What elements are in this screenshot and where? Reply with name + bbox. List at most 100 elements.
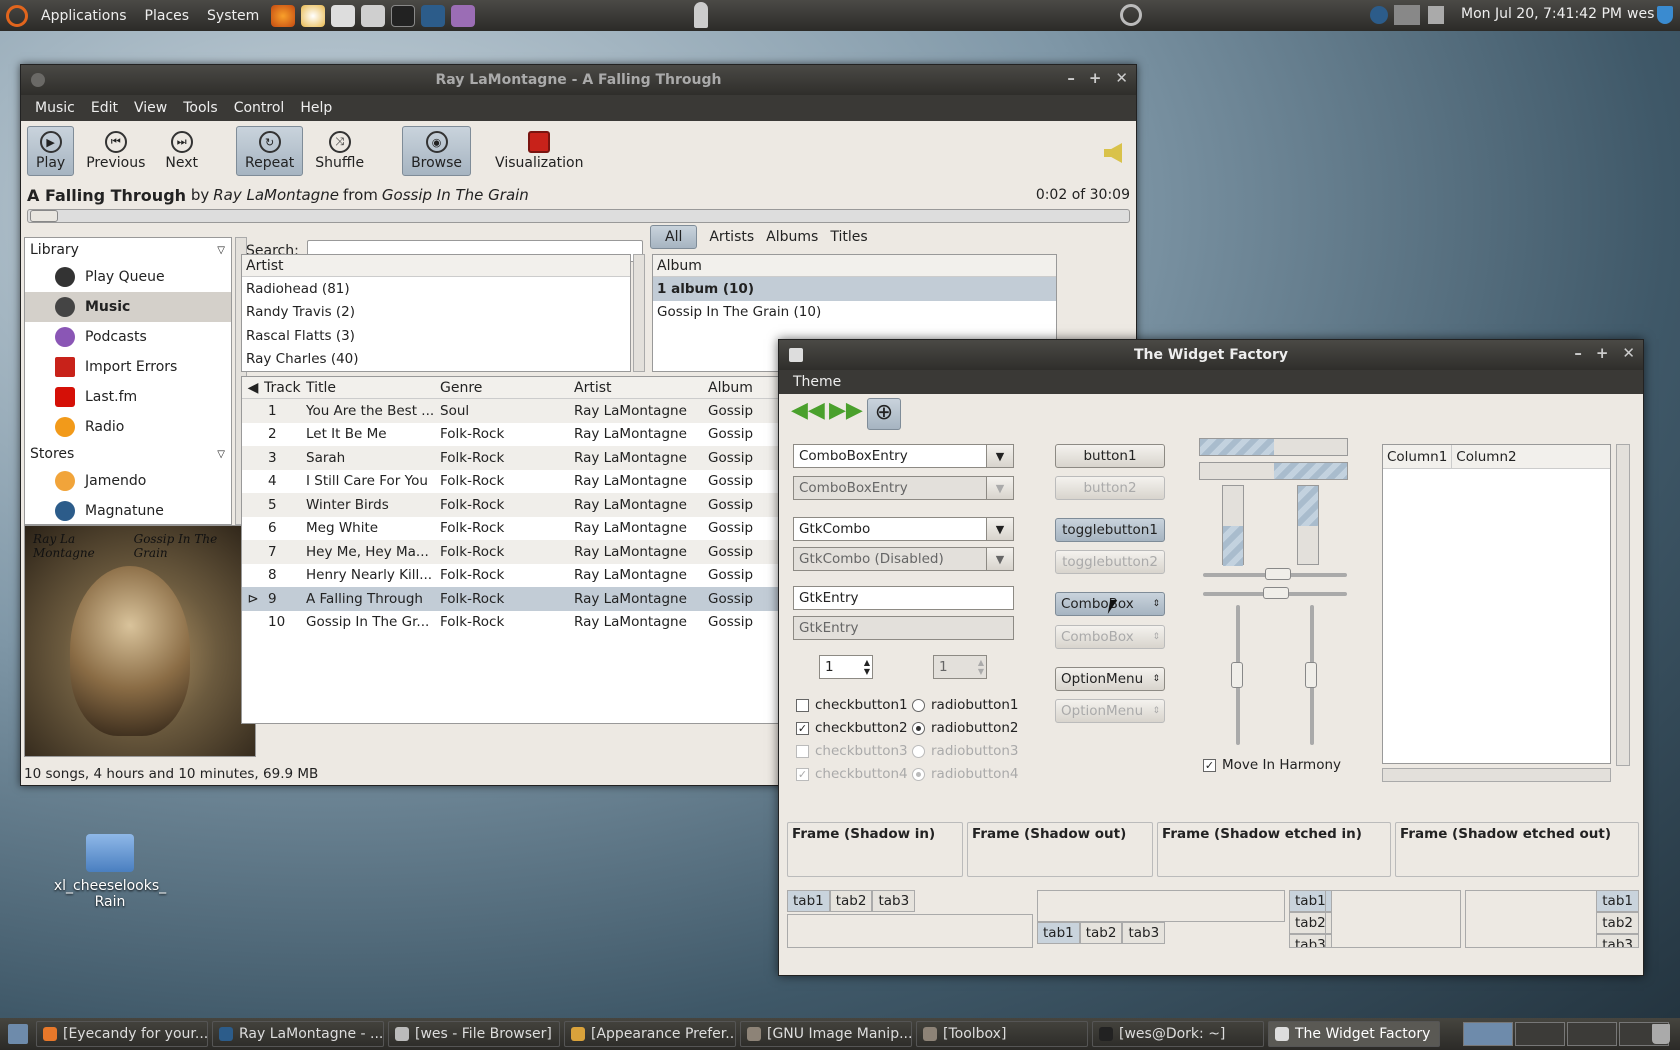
maximize-icon[interactable]: +: [1596, 344, 1609, 362]
gtkentry[interactable]: GtkEntry: [793, 586, 1014, 610]
taskbar-item[interactable]: [GNU Image Manip...: [740, 1021, 912, 1047]
artist-column-header[interactable]: Artist: [242, 255, 630, 277]
taskbar-item[interactable]: [Eyecandy for your...: [36, 1021, 208, 1047]
menu-edit[interactable]: Edit: [83, 100, 126, 116]
launcher-icon[interactable]: [421, 4, 446, 27]
slider-handle[interactable]: [1305, 662, 1317, 688]
applications-menu[interactable]: Applications: [32, 8, 136, 24]
column2-header[interactable]: Column2: [1452, 445, 1520, 468]
home-icon[interactable]: [361, 4, 386, 27]
sidebar-item-lastfm[interactable]: Last.fm: [25, 382, 231, 412]
forward-arrow-icon[interactable]: ▶▶: [829, 398, 863, 426]
tab-1[interactable]: tab1: [787, 890, 830, 912]
workspace-switcher[interactable]: [1463, 1022, 1669, 1046]
spin-arrows-icon[interactable]: ▲ ▼: [864, 658, 870, 676]
sidebar-item-magnatune[interactable]: Magnatune: [25, 496, 231, 526]
list-item[interactable]: Radiohead (81): [242, 277, 630, 301]
workspace-1[interactable]: [1463, 1022, 1513, 1046]
menu-theme[interactable]: Theme: [785, 374, 849, 390]
menu-tools[interactable]: Tools: [175, 100, 226, 116]
close-icon[interactable]: ✕: [1622, 344, 1635, 362]
previous-button[interactable]: ⏮ Previous: [78, 126, 153, 176]
tree-hscrollbar[interactable]: [1382, 768, 1611, 782]
visualization-button[interactable]: Visualization: [487, 126, 591, 176]
column-genre[interactable]: Genre: [440, 380, 574, 396]
tab-1[interactable]: tab1: [1037, 922, 1080, 944]
show-desktop-icon[interactable]: [8, 1024, 28, 1044]
user-name[interactable]: wes: [1627, 6, 1654, 22]
column-title[interactable]: Title: [306, 380, 440, 396]
menu-music[interactable]: Music: [27, 100, 83, 116]
list-item[interactable]: Gossip In The Grain (10): [653, 301, 1056, 325]
tab-3[interactable]: tab3: [1596, 934, 1639, 948]
taskbar-item[interactable]: [Toolbox]: [916, 1021, 1088, 1047]
sidebar-item-podcasts[interactable]: Podcasts: [25, 322, 231, 352]
magnifier-icon[interactable]: [1120, 4, 1142, 26]
window-icon[interactable]: [31, 73, 45, 87]
ubuntu-logo-icon[interactable]: [6, 4, 28, 27]
move-in-harmony-check[interactable]: ✓ Move In Harmony: [1203, 757, 1341, 773]
filter-albums[interactable]: Albums: [766, 229, 818, 245]
add-icon[interactable]: ⊕: [867, 398, 901, 430]
tab-1[interactable]: tab1: [1596, 890, 1639, 912]
stores-header[interactable]: Stores ▽: [25, 442, 231, 466]
column-artist[interactable]: Artist: [574, 380, 708, 396]
tab-2[interactable]: tab2: [1596, 912, 1639, 934]
tab-3[interactable]: tab3: [1122, 922, 1166, 944]
comboboxentry[interactable]: ComboBoxEntry ▼: [793, 444, 1014, 468]
shuffle-button[interactable]: ⤨ Shuffle: [307, 126, 372, 176]
pidgin-icon[interactable]: [451, 4, 476, 27]
repeat-button[interactable]: ↻ Repeat: [236, 126, 304, 176]
checkbutton2[interactable]: ✓ checkbutton2: [796, 720, 908, 736]
close-icon[interactable]: ✕: [1115, 69, 1128, 87]
workspace-2[interactable]: [1515, 1022, 1565, 1046]
places-menu[interactable]: Places: [136, 8, 199, 24]
monitor-icon[interactable]: [1394, 5, 1420, 25]
workspace-3[interactable]: [1567, 1022, 1617, 1046]
firefox-icon[interactable]: [271, 4, 296, 27]
sidebar-item-play-queue[interactable]: Play Queue: [25, 262, 231, 292]
chrome-icon[interactable]: [301, 4, 326, 27]
title-bar[interactable]: The Widget Factory – + ✕: [779, 340, 1643, 370]
artist-scrollbar[interactable]: [633, 254, 645, 372]
menu-control[interactable]: Control: [226, 100, 293, 116]
radiobutton2[interactable]: radiobutton2: [912, 720, 1019, 736]
slider-handle[interactable]: [1265, 568, 1291, 580]
minimize-icon[interactable]: –: [1067, 69, 1075, 87]
slider-handle[interactable]: [1263, 587, 1289, 599]
album-column-header[interactable]: Album: [653, 255, 1056, 277]
collapse-arrow-icon[interactable]: ▽: [217, 245, 225, 256]
terminal-icon[interactable]: [391, 4, 416, 27]
tab-3[interactable]: tab3: [872, 890, 916, 912]
seek-handle[interactable]: [30, 210, 58, 222]
taskbar-item[interactable]: [wes - File Browser]: [388, 1021, 560, 1047]
sidebar-item-radio[interactable]: Radio: [25, 412, 231, 442]
filter-all[interactable]: All: [650, 225, 698, 249]
sidebar-item-import-errors[interactable]: Import Errors: [25, 352, 231, 382]
desktop-folder[interactable]: xl_cheeselooks_ Rain: [50, 834, 170, 910]
minimize-icon[interactable]: –: [1574, 344, 1582, 362]
tab-2[interactable]: tab2: [829, 890, 873, 912]
filter-titles[interactable]: Titles: [830, 229, 867, 245]
seek-bar[interactable]: [27, 209, 1130, 223]
title-bar[interactable]: Ray LaMontagne - A Falling Through – + ✕: [21, 65, 1136, 95]
list-item[interactable]: Ray Charles (40): [242, 348, 630, 372]
library-header[interactable]: Library ▽: [25, 238, 231, 262]
chevron-down-icon[interactable]: ▼: [986, 547, 1014, 571]
shield-icon[interactable]: [1657, 6, 1673, 24]
play-button[interactable]: ▶ Play: [27, 126, 75, 176]
calculator-icon[interactable]: [331, 4, 356, 27]
back-arrow-icon[interactable]: ◀◀: [791, 398, 825, 426]
hscale-1[interactable]: [1203, 568, 1347, 580]
window-icon[interactable]: [789, 348, 803, 362]
system-menu[interactable]: System: [198, 8, 268, 24]
column1-header[interactable]: Column1: [1383, 445, 1453, 468]
gtkcombo[interactable]: GtkCombo ▼: [793, 517, 1014, 541]
hscale-2[interactable]: [1203, 587, 1347, 599]
chevron-down-icon[interactable]: ▼: [986, 444, 1014, 468]
menu-view[interactable]: View: [126, 100, 175, 116]
optionmenu[interactable]: OptionMenu ⇕: [1055, 667, 1165, 691]
next-button[interactable]: ⏭ Next: [157, 126, 206, 176]
clock[interactable]: Mon Jul 20, 7:41:42 PM: [1461, 6, 1622, 22]
taskbar-item[interactable]: [wes@Dork: ~]: [1092, 1021, 1264, 1047]
